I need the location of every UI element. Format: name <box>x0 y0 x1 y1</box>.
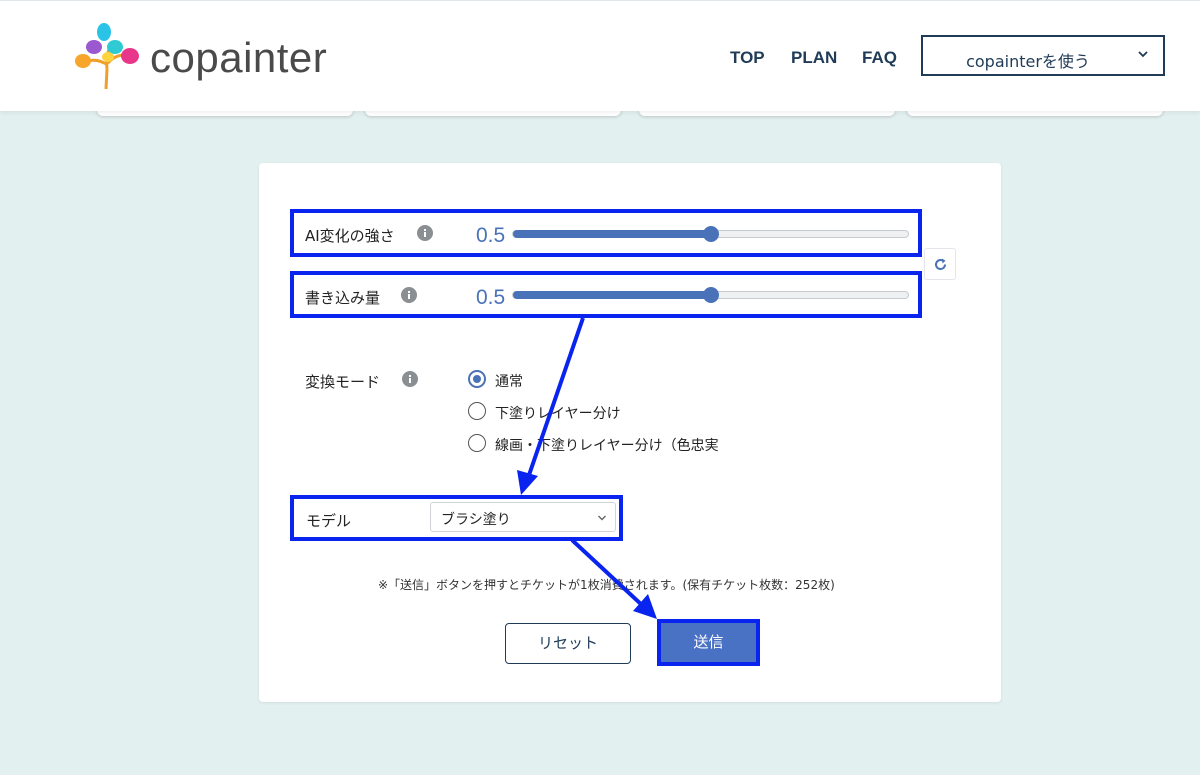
ai-strength-slider[interactable] <box>512 226 909 242</box>
chevron-down-icon <box>598 515 606 521</box>
chevron-down-icon <box>1138 51 1148 58</box>
write-amount-value: 0.5 <box>476 286 506 309</box>
ticket-note: ※「送信」ボタンを押すとチケットが1枚消費されます。(保有チケット枚数：252枚… <box>378 578 835 592</box>
use-copainter-dropdown[interactable]: copainterを使う <box>921 35 1165 76</box>
slider-fill <box>513 230 711 238</box>
ai-strength-label: AI変化の強さ <box>305 227 395 245</box>
model-label: モデル <box>306 512 352 530</box>
info-icon[interactable] <box>417 225 433 241</box>
mode-option-label: 通常 <box>495 374 523 390</box>
reset-button[interactable]: リセット <box>505 623 631 664</box>
ai-strength-value: 0.5 <box>476 224 506 247</box>
submit-button[interactable]: 送信 <box>661 623 756 662</box>
use-copainter-label: copainterを使う <box>966 52 1090 71</box>
mode-radio-normal[interactable] <box>468 370 486 388</box>
slider-fill <box>513 291 711 299</box>
info-icon[interactable] <box>401 287 417 303</box>
model-select[interactable]: ブラシ塗り <box>430 502 616 532</box>
mode-label: 変換モード <box>305 373 381 391</box>
brand-name: copainter <box>150 34 328 81</box>
nav-plan[interactable]: PLAN <box>791 48 837 68</box>
mode-option-label: 線画・下塗りレイヤー分け（色忠実 <box>495 438 719 454</box>
refresh-icon <box>935 258 946 270</box>
slider-thumb[interactable] <box>702 287 719 303</box>
write-amount-label: 書き込み量 <box>305 289 381 307</box>
mode-radio-lineart-underpaint-layers[interactable] <box>468 434 486 452</box>
copainter-logo-icon[interactable] <box>75 21 145 91</box>
info-icon[interactable] <box>402 371 418 387</box>
write-amount-slider[interactable] <box>512 287 909 303</box>
slider-thumb[interactable] <box>702 226 719 242</box>
model-selected-value: ブラシ塗り <box>441 512 511 528</box>
mode-option-label: 下塗りレイヤー分け <box>495 406 621 422</box>
nav-top[interactable]: TOP <box>730 48 765 68</box>
mode-radio-underpaint-layers[interactable] <box>468 402 486 420</box>
reset-sliders-button[interactable] <box>924 248 956 280</box>
site-header: copainter TOP PLAN FAQ copainterを使う <box>0 0 1200 111</box>
nav-faq[interactable]: FAQ <box>862 48 897 68</box>
